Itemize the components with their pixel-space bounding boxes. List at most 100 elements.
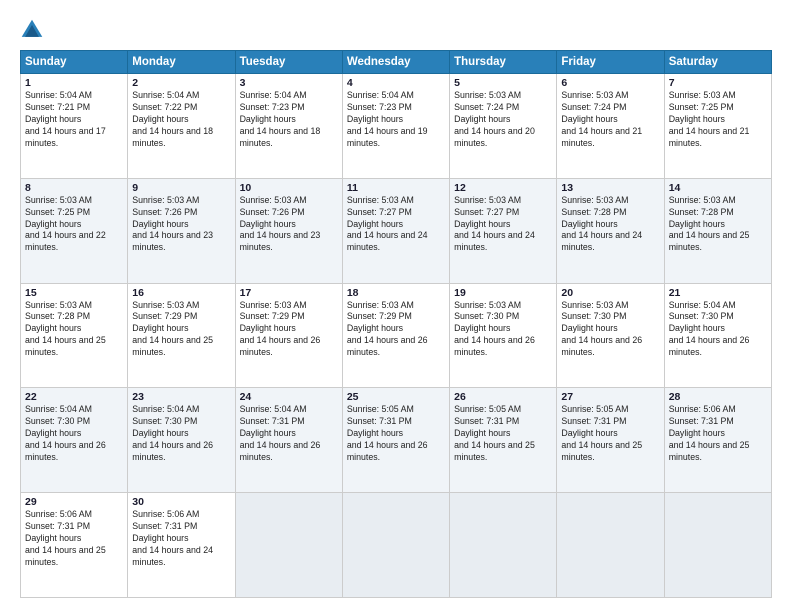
calendar-cell [450, 493, 557, 598]
cell-info: Sunrise: 5:03 AMSunset: 7:29 PMDaylight … [347, 300, 445, 359]
cell-info: Sunrise: 5:04 AMSunset: 7:30 PMDaylight … [669, 300, 767, 359]
calendar-cell: 26Sunrise: 5:05 AMSunset: 7:31 PMDayligh… [450, 388, 557, 493]
logo [20, 18, 48, 42]
day-number: 21 [669, 287, 767, 299]
day-number: 1 [25, 77, 123, 89]
cell-info: Sunrise: 5:04 AMSunset: 7:21 PMDaylight … [25, 90, 123, 149]
calendar-cell: 2Sunrise: 5:04 AMSunset: 7:22 PMDaylight… [128, 74, 235, 179]
cell-info: Sunrise: 5:03 AMSunset: 7:26 PMDaylight … [132, 195, 230, 254]
day-number: 30 [132, 496, 230, 508]
calendar-cell [557, 493, 664, 598]
cell-info: Sunrise: 5:03 AMSunset: 7:25 PMDaylight … [25, 195, 123, 254]
calendar-cell: 29Sunrise: 5:06 AMSunset: 7:31 PMDayligh… [21, 493, 128, 598]
day-number: 13 [561, 182, 659, 194]
calendar-cell: 13Sunrise: 5:03 AMSunset: 7:28 PMDayligh… [557, 178, 664, 283]
calendar-cell: 21Sunrise: 5:04 AMSunset: 7:30 PMDayligh… [664, 283, 771, 388]
calendar-cell [342, 493, 449, 598]
calendar-cell: 24Sunrise: 5:04 AMSunset: 7:31 PMDayligh… [235, 388, 342, 493]
calendar-cell: 8Sunrise: 5:03 AMSunset: 7:25 PMDaylight… [21, 178, 128, 283]
day-number: 2 [132, 77, 230, 89]
calendar-week-3: 15Sunrise: 5:03 AMSunset: 7:28 PMDayligh… [21, 283, 772, 388]
calendar-cell: 27Sunrise: 5:05 AMSunset: 7:31 PMDayligh… [557, 388, 664, 493]
cell-info: Sunrise: 5:05 AMSunset: 7:31 PMDaylight … [347, 404, 445, 463]
col-header-saturday: Saturday [664, 51, 771, 74]
day-number: 14 [669, 182, 767, 194]
day-number: 5 [454, 77, 552, 89]
day-number: 19 [454, 287, 552, 299]
cell-info: Sunrise: 5:06 AMSunset: 7:31 PMDaylight … [669, 404, 767, 463]
calendar-cell: 30Sunrise: 5:06 AMSunset: 7:31 PMDayligh… [128, 493, 235, 598]
day-number: 20 [561, 287, 659, 299]
cell-info: Sunrise: 5:03 AMSunset: 7:30 PMDaylight … [454, 300, 552, 359]
calendar-cell: 1Sunrise: 5:04 AMSunset: 7:21 PMDaylight… [21, 74, 128, 179]
cell-info: Sunrise: 5:04 AMSunset: 7:22 PMDaylight … [132, 90, 230, 149]
col-header-sunday: Sunday [21, 51, 128, 74]
calendar-cell: 14Sunrise: 5:03 AMSunset: 7:28 PMDayligh… [664, 178, 771, 283]
day-number: 17 [240, 287, 338, 299]
calendar-header-row: SundayMondayTuesdayWednesdayThursdayFrid… [21, 51, 772, 74]
col-header-wednesday: Wednesday [342, 51, 449, 74]
calendar-cell: 6Sunrise: 5:03 AMSunset: 7:24 PMDaylight… [557, 74, 664, 179]
day-number: 22 [25, 391, 123, 403]
cell-info: Sunrise: 5:03 AMSunset: 7:30 PMDaylight … [561, 300, 659, 359]
calendar-cell: 22Sunrise: 5:04 AMSunset: 7:30 PMDayligh… [21, 388, 128, 493]
day-number: 7 [669, 77, 767, 89]
cell-info: Sunrise: 5:03 AMSunset: 7:28 PMDaylight … [25, 300, 123, 359]
day-number: 6 [561, 77, 659, 89]
cell-info: Sunrise: 5:03 AMSunset: 7:29 PMDaylight … [240, 300, 338, 359]
calendar-cell: 25Sunrise: 5:05 AMSunset: 7:31 PMDayligh… [342, 388, 449, 493]
cell-info: Sunrise: 5:04 AMSunset: 7:30 PMDaylight … [132, 404, 230, 463]
col-header-monday: Monday [128, 51, 235, 74]
day-number: 27 [561, 391, 659, 403]
calendar-week-1: 1Sunrise: 5:04 AMSunset: 7:21 PMDaylight… [21, 74, 772, 179]
day-number: 18 [347, 287, 445, 299]
day-number: 12 [454, 182, 552, 194]
col-header-tuesday: Tuesday [235, 51, 342, 74]
cell-info: Sunrise: 5:04 AMSunset: 7:23 PMDaylight … [347, 90, 445, 149]
cell-info: Sunrise: 5:05 AMSunset: 7:31 PMDaylight … [561, 404, 659, 463]
cell-info: Sunrise: 5:03 AMSunset: 7:28 PMDaylight … [561, 195, 659, 254]
cell-info: Sunrise: 5:03 AMSunset: 7:26 PMDaylight … [240, 195, 338, 254]
cell-info: Sunrise: 5:03 AMSunset: 7:24 PMDaylight … [561, 90, 659, 149]
logo-icon [20, 18, 44, 42]
calendar-cell [235, 493, 342, 598]
day-number: 11 [347, 182, 445, 194]
calendar-cell: 4Sunrise: 5:04 AMSunset: 7:23 PMDaylight… [342, 74, 449, 179]
calendar-cell: 11Sunrise: 5:03 AMSunset: 7:27 PMDayligh… [342, 178, 449, 283]
calendar-cell: 10Sunrise: 5:03 AMSunset: 7:26 PMDayligh… [235, 178, 342, 283]
day-number: 26 [454, 391, 552, 403]
calendar-cell [664, 493, 771, 598]
day-number: 8 [25, 182, 123, 194]
calendar-week-5: 29Sunrise: 5:06 AMSunset: 7:31 PMDayligh… [21, 493, 772, 598]
cell-info: Sunrise: 5:03 AMSunset: 7:28 PMDaylight … [669, 195, 767, 254]
calendar-cell: 3Sunrise: 5:04 AMSunset: 7:23 PMDaylight… [235, 74, 342, 179]
day-number: 29 [25, 496, 123, 508]
calendar-cell: 16Sunrise: 5:03 AMSunset: 7:29 PMDayligh… [128, 283, 235, 388]
day-number: 23 [132, 391, 230, 403]
calendar-cell: 20Sunrise: 5:03 AMSunset: 7:30 PMDayligh… [557, 283, 664, 388]
calendar-week-4: 22Sunrise: 5:04 AMSunset: 7:30 PMDayligh… [21, 388, 772, 493]
col-header-friday: Friday [557, 51, 664, 74]
cell-info: Sunrise: 5:03 AMSunset: 7:24 PMDaylight … [454, 90, 552, 149]
calendar-cell: 19Sunrise: 5:03 AMSunset: 7:30 PMDayligh… [450, 283, 557, 388]
col-header-thursday: Thursday [450, 51, 557, 74]
day-number: 9 [132, 182, 230, 194]
day-number: 24 [240, 391, 338, 403]
cell-info: Sunrise: 5:05 AMSunset: 7:31 PMDaylight … [454, 404, 552, 463]
day-number: 25 [347, 391, 445, 403]
cell-info: Sunrise: 5:04 AMSunset: 7:30 PMDaylight … [25, 404, 123, 463]
calendar-cell: 5Sunrise: 5:03 AMSunset: 7:24 PMDaylight… [450, 74, 557, 179]
calendar-cell: 17Sunrise: 5:03 AMSunset: 7:29 PMDayligh… [235, 283, 342, 388]
cell-info: Sunrise: 5:03 AMSunset: 7:27 PMDaylight … [454, 195, 552, 254]
header [20, 18, 772, 42]
calendar-cell: 28Sunrise: 5:06 AMSunset: 7:31 PMDayligh… [664, 388, 771, 493]
calendar-week-2: 8Sunrise: 5:03 AMSunset: 7:25 PMDaylight… [21, 178, 772, 283]
day-number: 10 [240, 182, 338, 194]
page: SundayMondayTuesdayWednesdayThursdayFrid… [0, 0, 792, 612]
cell-info: Sunrise: 5:03 AMSunset: 7:27 PMDaylight … [347, 195, 445, 254]
day-number: 15 [25, 287, 123, 299]
cell-info: Sunrise: 5:03 AMSunset: 7:25 PMDaylight … [669, 90, 767, 149]
cell-info: Sunrise: 5:06 AMSunset: 7:31 PMDaylight … [25, 509, 123, 568]
calendar-cell: 9Sunrise: 5:03 AMSunset: 7:26 PMDaylight… [128, 178, 235, 283]
calendar-cell: 7Sunrise: 5:03 AMSunset: 7:25 PMDaylight… [664, 74, 771, 179]
